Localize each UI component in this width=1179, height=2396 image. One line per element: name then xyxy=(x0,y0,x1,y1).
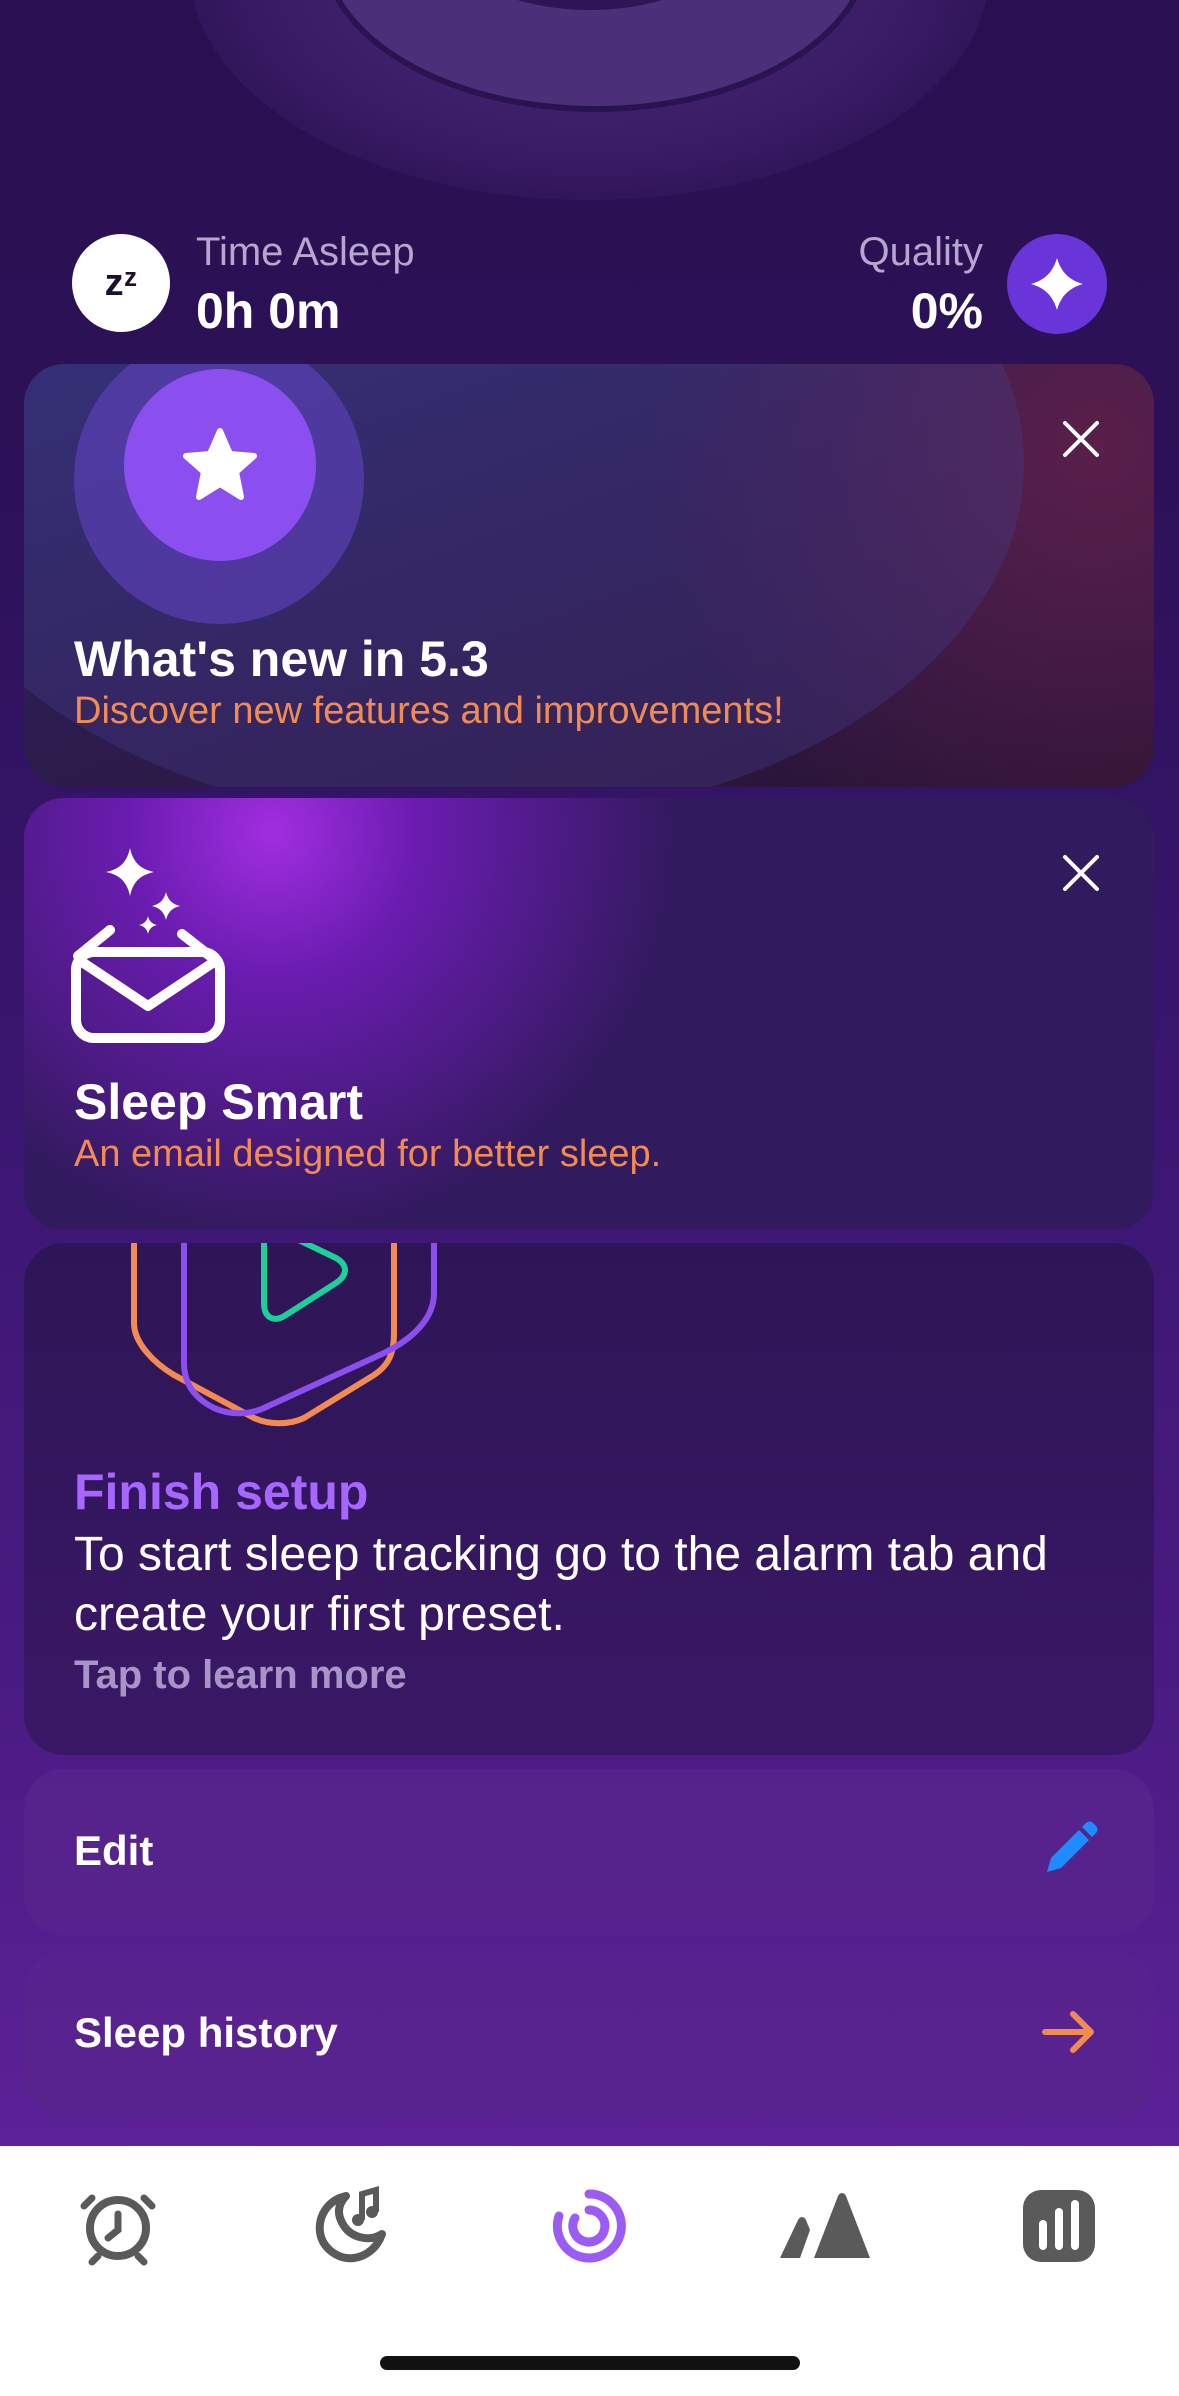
finish-setup-card[interactable]: Finish setup To start sleep tracking go … xyxy=(24,1243,1154,1755)
close-icon[interactable] xyxy=(1056,848,1106,898)
sleep-smart-subtitle: An email designed for better sleep. xyxy=(74,1133,662,1175)
zz-icon: zᶻ xyxy=(72,234,170,332)
whats-new-subtitle: Discover new features and improvements! xyxy=(74,690,784,732)
sleep-smart-title: Sleep Smart xyxy=(74,1074,364,1130)
finish-setup-title: Finish setup xyxy=(74,1464,369,1520)
tab-bar xyxy=(0,2146,1179,2396)
tab-stats-icon[interactable] xyxy=(1009,2176,1109,2276)
time-asleep-value: 0h 0m xyxy=(196,283,341,339)
edit-row[interactable]: Edit xyxy=(24,1769,1154,1935)
tap-to-learn-more-link[interactable]: Tap to learn more xyxy=(74,1653,407,1698)
arrow-right-icon[interactable] xyxy=(1036,1999,1102,2065)
tab-sleep-sounds-icon[interactable] xyxy=(302,2176,402,2276)
sleep-history-row[interactable]: Sleep history xyxy=(24,1951,1154,2117)
diamond-icon[interactable] xyxy=(1007,234,1107,334)
whats-new-card[interactable]: What's new in 5.3 Discover new features … xyxy=(24,364,1154,787)
pencil-icon[interactable] xyxy=(1036,1817,1102,1883)
star-icon xyxy=(124,369,316,561)
tab-mountain-icon[interactable] xyxy=(774,2176,874,2276)
home-indicator[interactable] xyxy=(380,2356,800,2370)
sleep-smart-card[interactable]: Sleep Smart An email designed for better… xyxy=(24,798,1154,1230)
envelope-sparkle-icon xyxy=(70,846,240,1051)
quality-label: Quality xyxy=(858,230,984,274)
sleep-history-label: Sleep history xyxy=(74,2009,338,2056)
setup-illustration-icon xyxy=(114,1243,494,1438)
tab-alarm-icon[interactable] xyxy=(68,2176,168,2276)
sleep-stats: zᶻ Time Asleep 0h 0m Quality 0% xyxy=(0,230,1179,350)
quality-value: 0% xyxy=(910,283,983,339)
finish-setup-body: To start sleep tracking go to the alarm … xyxy=(74,1528,1048,1641)
time-asleep-label: Time Asleep xyxy=(196,230,415,274)
close-icon[interactable] xyxy=(1056,414,1106,464)
edit-label: Edit xyxy=(74,1827,154,1874)
tab-tracking-icon[interactable] xyxy=(539,2176,639,2276)
whats-new-title: What's new in 5.3 xyxy=(74,631,489,687)
